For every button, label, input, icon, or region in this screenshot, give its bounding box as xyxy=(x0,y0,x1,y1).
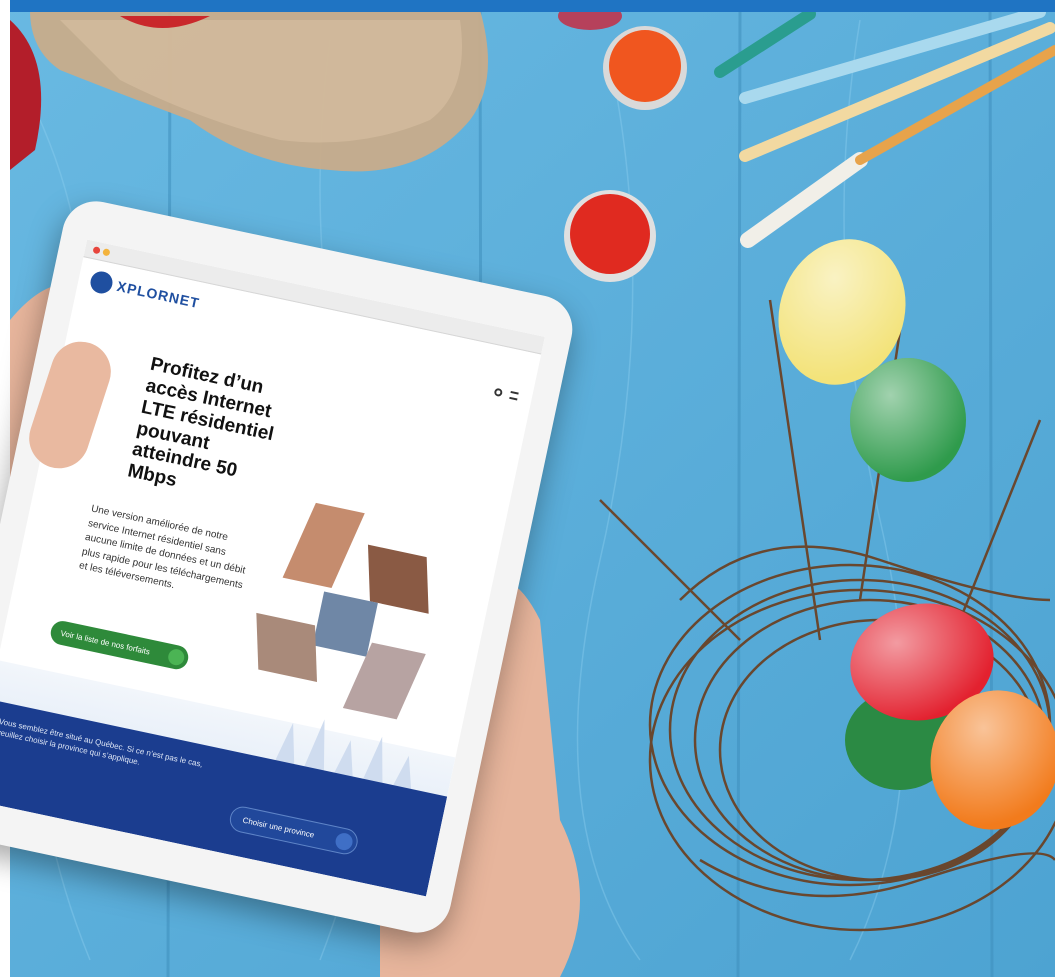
logo-mountain-icon xyxy=(88,269,115,296)
minimize-dot-icon[interactable] xyxy=(102,248,111,257)
hero-description: Une version améliorée de notre service I… xyxy=(78,503,247,592)
top-color-bar xyxy=(0,0,1055,12)
photo-scene: XPLORNET Profitez d’un accès Internet LT… xyxy=(0,0,1055,977)
chevron-down-icon xyxy=(333,831,355,852)
header-icons xyxy=(493,387,519,401)
hero-title: Profitez d’un accès Internet LTE résiden… xyxy=(125,353,276,492)
view-plans-label: Voir la liste de nos forfaits xyxy=(59,628,151,657)
close-dot-icon[interactable] xyxy=(92,246,101,255)
x-photo-collage xyxy=(246,497,454,728)
brand-name: XPLORNET xyxy=(115,277,202,312)
choose-province-button[interactable]: Choisir une province xyxy=(227,804,361,857)
choose-province-label: Choisir une province xyxy=(241,815,316,840)
search-icon[interactable] xyxy=(493,387,504,398)
menu-icon[interactable] xyxy=(509,390,519,401)
arrow-right-icon xyxy=(166,647,186,667)
view-plans-button[interactable]: Voir la liste de nos forfaits xyxy=(48,618,191,672)
window-controls xyxy=(92,246,111,257)
